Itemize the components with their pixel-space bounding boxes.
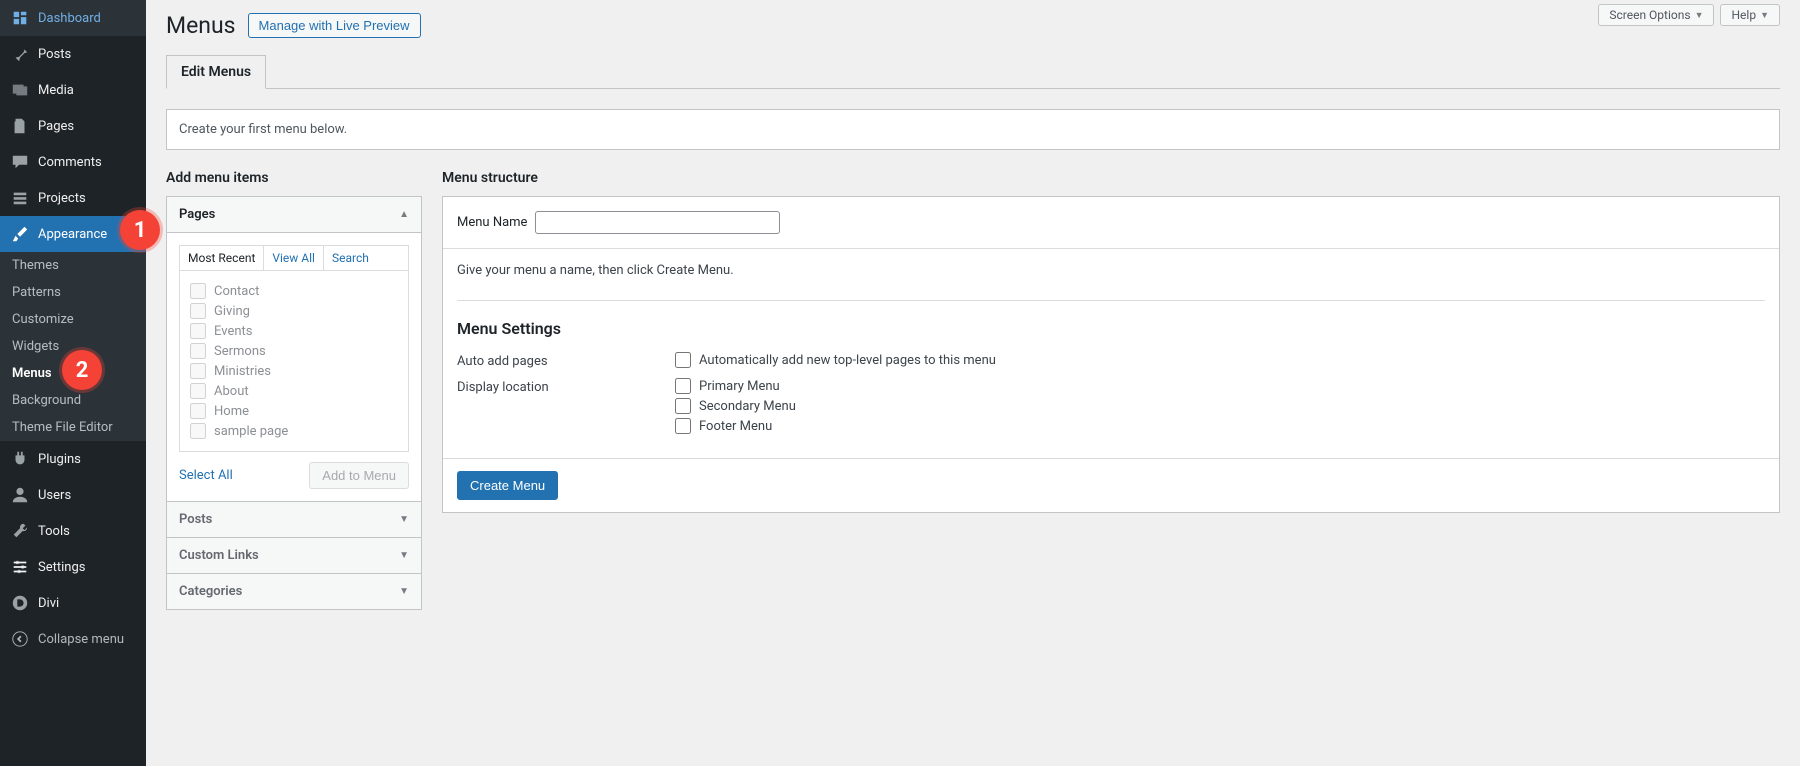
nav-tabs: Edit Menus [166, 55, 1780, 89]
wrench-icon [10, 521, 30, 541]
collapse-label: Collapse menu [38, 632, 124, 647]
sidebar-item-comments[interactable]: Comments [0, 144, 146, 180]
caret-down-icon: ▼ [399, 550, 409, 561]
location-footer[interactable]: Footer Menu [675, 418, 1765, 434]
menu-hint: Give your menu a name, then click Create… [457, 263, 1765, 278]
divi-icon [10, 593, 30, 613]
submenu-themes[interactable]: Themes [0, 252, 146, 279]
submenu-patterns[interactable]: Patterns [0, 279, 146, 306]
subtab-search[interactable]: Search [324, 246, 408, 270]
menu-name-label: Menu Name [457, 215, 527, 230]
chevron-down-icon: ▼ [1695, 10, 1704, 21]
accordion-categories-head[interactable]: Categories ▼ [167, 573, 421, 609]
add-menu-items-title: Add menu items [166, 170, 422, 186]
subtab-view-all[interactable]: View All [264, 246, 324, 270]
accordion-posts-head[interactable]: Posts ▼ [167, 501, 421, 537]
media-icon [10, 80, 30, 100]
page-about[interactable]: About [190, 381, 398, 401]
sliders-icon [10, 557, 30, 577]
add-to-menu-button[interactable]: Add to Menu [309, 462, 409, 489]
projects-icon [10, 188, 30, 208]
sidebar-label: Media [38, 83, 74, 98]
sidebar-item-users[interactable]: Users [0, 477, 146, 513]
comments-icon [10, 152, 30, 172]
dashboard-icon [10, 8, 30, 28]
brush-icon [10, 224, 30, 244]
page-title: Menus [166, 12, 236, 39]
tab-edit-menus[interactable]: Edit Menus [166, 55, 266, 89]
pin-icon [10, 44, 30, 64]
sidebar-label: Dashboard [38, 11, 101, 26]
plug-icon [10, 449, 30, 469]
pages-checklist: Contact Giving Events Sermons Ministries… [179, 271, 409, 452]
menu-structure-panel: Menu Name Give your menu a name, then cl… [442, 196, 1780, 513]
accordion-pages-head[interactable]: Pages ▲ [167, 197, 421, 232]
sidebar-label: Tools [38, 524, 70, 539]
sidebar-label: Settings [38, 560, 85, 575]
select-all-link[interactable]: Select All [179, 468, 233, 483]
auto-add-label: Auto add pages [457, 352, 675, 369]
menu-name-input[interactable] [535, 211, 780, 234]
sidebar-item-settings[interactable]: Settings [0, 549, 146, 585]
sidebar-item-projects[interactable]: Projects [0, 180, 146, 216]
accordion-pages-body: Most Recent View All Search Contact Givi… [167, 232, 421, 501]
page-giving[interactable]: Giving [190, 301, 398, 321]
accordion-custom-links-head[interactable]: Custom Links ▼ [167, 537, 421, 573]
sidebar-item-divi[interactable]: Divi [0, 585, 146, 621]
page-events[interactable]: Events [190, 321, 398, 341]
auto-add-option[interactable]: Automatically add new top-level pages to… [675, 352, 1765, 368]
page-sermons[interactable]: Sermons [190, 341, 398, 361]
sidebar-item-plugins[interactable]: Plugins [0, 441, 146, 477]
submenu-customize[interactable]: Customize [0, 306, 146, 333]
sidebar-label: Pages [38, 119, 74, 134]
annotation-badge-1: 1 [120, 210, 160, 250]
submenu-theme-file-editor[interactable]: Theme File Editor [0, 414, 146, 441]
manage-live-preview-button[interactable]: Manage with Live Preview [248, 13, 421, 38]
menu-structure-title: Menu structure [442, 170, 1780, 186]
sidebar-item-pages[interactable]: Pages [0, 108, 146, 144]
collapse-icon [10, 629, 30, 649]
page-sample[interactable]: sample page [190, 421, 398, 441]
page-contact[interactable]: Contact [190, 281, 398, 301]
collapse-menu[interactable]: Collapse menu [0, 621, 146, 657]
sidebar-label: Plugins [38, 452, 81, 467]
caret-up-icon: ▲ [399, 209, 409, 220]
page-ministries[interactable]: Ministries [190, 361, 398, 381]
caret-down-icon: ▼ [399, 514, 409, 525]
main-content: Screen Options▼ Help▼ Menus Manage with … [146, 0, 1800, 766]
user-icon [10, 485, 30, 505]
sidebar-label: Comments [38, 155, 102, 170]
sidebar-label: Projects [38, 191, 86, 206]
submenu-background[interactable]: Background [0, 387, 146, 414]
pages-icon [10, 116, 30, 136]
create-menu-button[interactable]: Create Menu [457, 471, 558, 500]
sidebar-label: Appearance [38, 227, 107, 242]
sidebar-item-media[interactable]: Media [0, 72, 146, 108]
location-primary[interactable]: Primary Menu [675, 378, 1765, 394]
location-secondary[interactable]: Secondary Menu [675, 398, 1765, 414]
caret-down-icon: ▼ [399, 586, 409, 597]
screen-options-button[interactable]: Screen Options▼ [1598, 4, 1714, 26]
help-button[interactable]: Help▼ [1720, 4, 1780, 26]
sidebar-item-posts[interactable]: Posts [0, 36, 146, 72]
sidebar-label: Users [38, 488, 71, 503]
appearance-submenu: Themes Patterns Customize Widgets Menus … [0, 252, 146, 441]
sidebar-item-tools[interactable]: Tools [0, 513, 146, 549]
display-location-label: Display location [457, 378, 675, 395]
page-home[interactable]: Home [190, 401, 398, 421]
sidebar-label: Divi [38, 596, 59, 611]
admin-sidebar: Dashboard Posts Media Pages Comments Pro… [0, 0, 146, 766]
sidebar-item-dashboard[interactable]: Dashboard [0, 0, 146, 36]
subtab-most-recent[interactable]: Most Recent [180, 246, 264, 270]
menu-items-accordion: Pages ▲ Most Recent View All Search Cont… [166, 196, 422, 610]
sidebar-label: Posts [38, 47, 71, 62]
first-menu-notice: Create your first menu below. [166, 109, 1780, 150]
menu-settings-title: Menu Settings [457, 319, 1765, 338]
annotation-badge-2: 2 [62, 350, 102, 390]
chevron-down-icon: ▼ [1760, 10, 1769, 21]
